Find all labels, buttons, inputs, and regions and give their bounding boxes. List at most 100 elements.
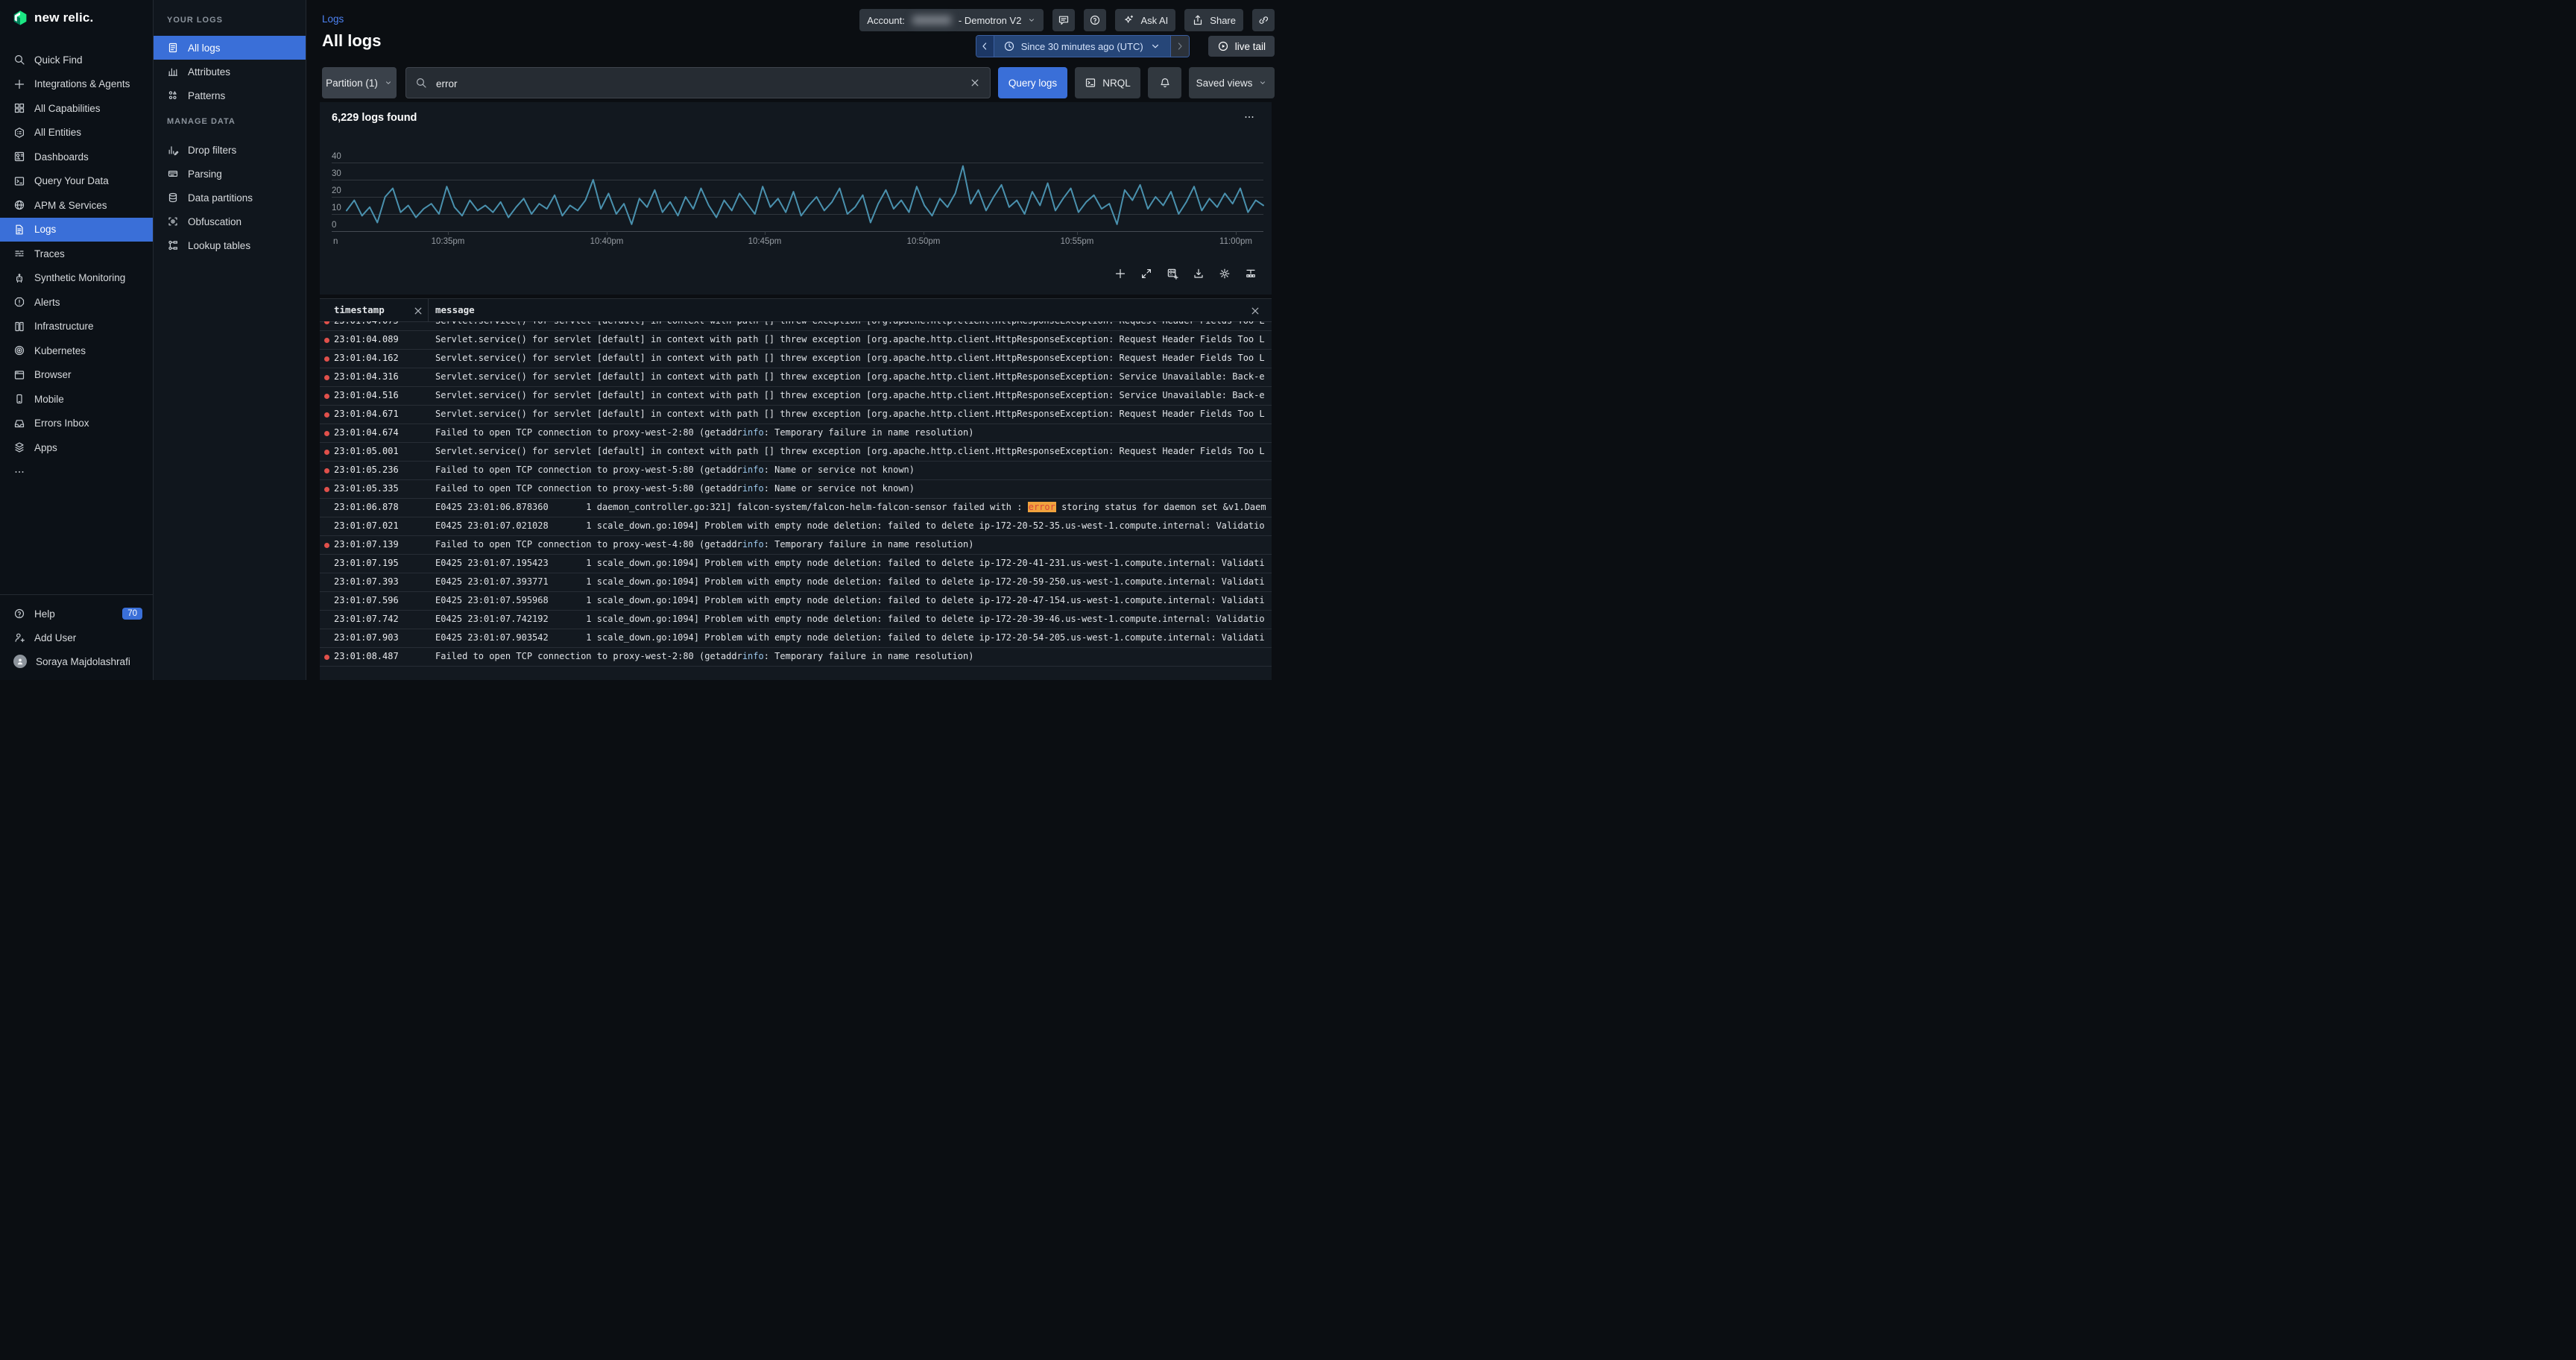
subnav-item-obfuscation[interactable]: Obfuscation — [154, 210, 306, 233]
sidebar-item-alerts[interactable]: Alerts — [0, 290, 153, 315]
log-row[interactable]: 23:01:07.139Failed to open TCP connectio… — [320, 536, 1272, 555]
time-picker: Since 30 minutes ago (UTC) — [976, 35, 1190, 57]
x-axis-label: 11:00pm — [1219, 237, 1252, 246]
search-icon — [415, 77, 427, 89]
log-row[interactable]: 23:01:05.236Failed to open TCP connectio… — [320, 462, 1272, 480]
remove-timestamp-column-icon[interactable] — [412, 305, 424, 317]
sidebar-item-browser[interactable]: Browser — [0, 363, 153, 388]
log-search-input[interactable] — [435, 68, 960, 99]
partition-dropdown[interactable]: Partition (1) — [322, 67, 397, 98]
clear-search-icon[interactable] — [969, 77, 981, 89]
log-timestamp: 23:01:05.335 — [334, 483, 399, 494]
k8s-icon — [13, 344, 25, 356]
sidebar-item-label: Alerts — [34, 297, 60, 308]
sidebar-footer-help[interactable]: Help70 — [0, 602, 153, 626]
sidebar-item-synthetic-monitoring[interactable]: Synthetic Monitoring — [0, 266, 153, 291]
subnav-item-parsing[interactable]: Parsing — [154, 162, 306, 186]
subnav-item-drop-filters[interactable]: Drop filters — [154, 138, 306, 162]
subnav-item-patterns[interactable]: Patterns — [154, 84, 306, 107]
log-row[interactable]: 23:01:05.335Failed to open TCP connectio… — [320, 480, 1272, 499]
log-row[interactable]: 23:01:07.596E0425 23:01:07.595968 1 scal… — [320, 592, 1272, 611]
saved-views-dropdown[interactable]: Saved views — [1189, 67, 1275, 98]
log-row[interactable]: 23:01:07.195E0425 23:01:07.195423 1 scal… — [320, 555, 1272, 573]
log-row[interactable]: 23:01:07.393E0425 23:01:07.393771 1 scal… — [320, 573, 1272, 592]
x-axis-label: 10:55pm — [1061, 237, 1094, 246]
sidebar-item-query-your-data[interactable]: Query Your Data — [0, 169, 153, 194]
log-row[interactable]: 23:01:06.878E0425 23:01:06.878360 1 daem… — [320, 499, 1272, 517]
sidebar-footer-soraya-majdolashrafi[interactable]: Soraya Majdolashrafi — [0, 649, 153, 673]
remove-message-column-icon[interactable] — [1249, 305, 1261, 317]
nrql-button[interactable]: NRQL — [1075, 67, 1140, 98]
sidebar-item-all-entities[interactable]: All Entities — [0, 121, 153, 145]
account-picker[interactable]: Account: - Demotron V2 — [859, 9, 1044, 31]
add-data-button[interactable] — [1111, 265, 1129, 283]
alert-condition-button[interactable] — [1148, 67, 1181, 98]
sidebar-footer-label: Help — [34, 608, 55, 620]
expand-chart-button[interactable] — [1137, 265, 1155, 283]
sidebar-item-dashboards[interactable]: Dashboards — [0, 145, 153, 169]
time-back-button[interactable] — [976, 36, 994, 57]
sidebar-item-infrastructure[interactable]: Infrastructure — [0, 315, 153, 339]
sidebar-item-traces[interactable]: Traces — [0, 242, 153, 266]
log-timestamp: 23:01:07.021 — [334, 520, 399, 531]
log-row[interactable]: 23:01:04.671Servlet.service() for servle… — [320, 406, 1272, 424]
sidebar-item-kubernetes[interactable]: Kubernetes — [0, 339, 153, 363]
subnav-item-label: Drop filters — [188, 145, 236, 156]
table-columns-button[interactable] — [1242, 265, 1260, 283]
info-token: info — [742, 539, 764, 550]
copy-link-button[interactable] — [1252, 9, 1275, 31]
log-row[interactable]: 23:01:04.516Servlet.service() for servle… — [320, 387, 1272, 406]
nrql-label: NRQL — [1102, 78, 1131, 89]
newrelic-logo[interactable]: new relic. — [12, 10, 93, 26]
settings-button[interactable] — [1216, 265, 1234, 283]
subnav-item-lookup-tables[interactable]: Lookup tables — [154, 233, 306, 257]
log-timestamp: 23:01:06.878 — [334, 502, 399, 512]
log-row[interactable]: 23:01:04.162Servlet.service() for servle… — [320, 350, 1272, 368]
share-button[interactable]: Share — [1184, 9, 1243, 31]
x-axis-label: 10:40pm — [590, 237, 624, 246]
column-header-timestamp[interactable]: timestamp — [334, 304, 385, 315]
live-tail-button[interactable]: live tail — [1208, 36, 1275, 57]
sidebar-item-more[interactable] — [0, 460, 153, 485]
sidebar-item-apps[interactable]: Apps — [0, 435, 153, 460]
log-row[interactable]: 23:01:04.316Servlet.service() for servle… — [320, 368, 1272, 387]
dropfilter-icon — [167, 144, 179, 156]
sidebar-item-quick-find[interactable]: Quick Find — [0, 48, 153, 72]
sidebar-item-all-capabilities[interactable]: All Capabilities — [0, 96, 153, 121]
add-to-dashboard-button[interactable] — [1164, 265, 1181, 283]
column-header-message[interactable]: message — [435, 304, 475, 315]
panel-more-menu[interactable] — [1240, 108, 1258, 126]
error-highlight: error — [1028, 502, 1056, 512]
feedback-button[interactable] — [1052, 9, 1075, 31]
globe-icon — [13, 199, 25, 211]
query-logs-button[interactable]: Query logs — [998, 67, 1067, 98]
time-forward-button[interactable] — [1170, 36, 1189, 57]
sidebar-item-errors-inbox[interactable]: Errors Inbox — [0, 412, 153, 436]
log-row[interactable]: 23:01:04.075Servlet.service() for servle… — [320, 321, 1272, 331]
sidebar-item-mobile[interactable]: Mobile — [0, 387, 153, 412]
log-row[interactable]: 23:01:07.903E0425 23:01:07.903542 1 scal… — [320, 629, 1272, 648]
sidebar-item-integrations-agents[interactable]: Integrations & Agents — [0, 72, 153, 97]
log-row[interactable]: 23:01:05.001Servlet.service() for servle… — [320, 443, 1272, 462]
sidebar-item-logs[interactable]: Logs — [0, 218, 153, 242]
account-id-redacted — [912, 16, 951, 25]
logs-found-count: 6,229 logs found — [332, 112, 417, 124]
time-range-button[interactable]: Since 30 minutes ago (UTC) — [994, 36, 1170, 57]
account-prefix: Account: — [867, 15, 905, 26]
subnav-item-attributes[interactable]: Attributes — [154, 60, 306, 84]
help-button[interactable] — [1084, 9, 1106, 31]
subnav-item-data-partitions[interactable]: Data partitions — [154, 186, 306, 210]
log-row[interactable]: 23:01:04.674Failed to open TCP connectio… — [320, 424, 1272, 443]
sidebar-item-apm-services[interactable]: APM & Services — [0, 193, 153, 218]
sidebar-footer-add-user[interactable]: Add User — [0, 626, 153, 649]
avatar — [13, 655, 27, 668]
log-row[interactable]: 23:01:04.089Servlet.service() for servle… — [320, 331, 1272, 350]
subnav-item-all-logs[interactable]: All logs — [154, 36, 306, 60]
download-button[interactable] — [1190, 265, 1208, 283]
log-row[interactable]: 23:01:08.487Failed to open TCP connectio… — [320, 648, 1272, 667]
log-row[interactable]: 23:01:07.742E0425 23:01:07.742192 1 scal… — [320, 611, 1272, 629]
obfuscation-icon — [167, 215, 179, 227]
ask-ai-button[interactable]: Ask AI — [1115, 9, 1175, 31]
breadcrumb[interactable]: Logs — [322, 13, 344, 25]
log-row[interactable]: 23:01:07.021E0425 23:01:07.021028 1 scal… — [320, 517, 1272, 536]
